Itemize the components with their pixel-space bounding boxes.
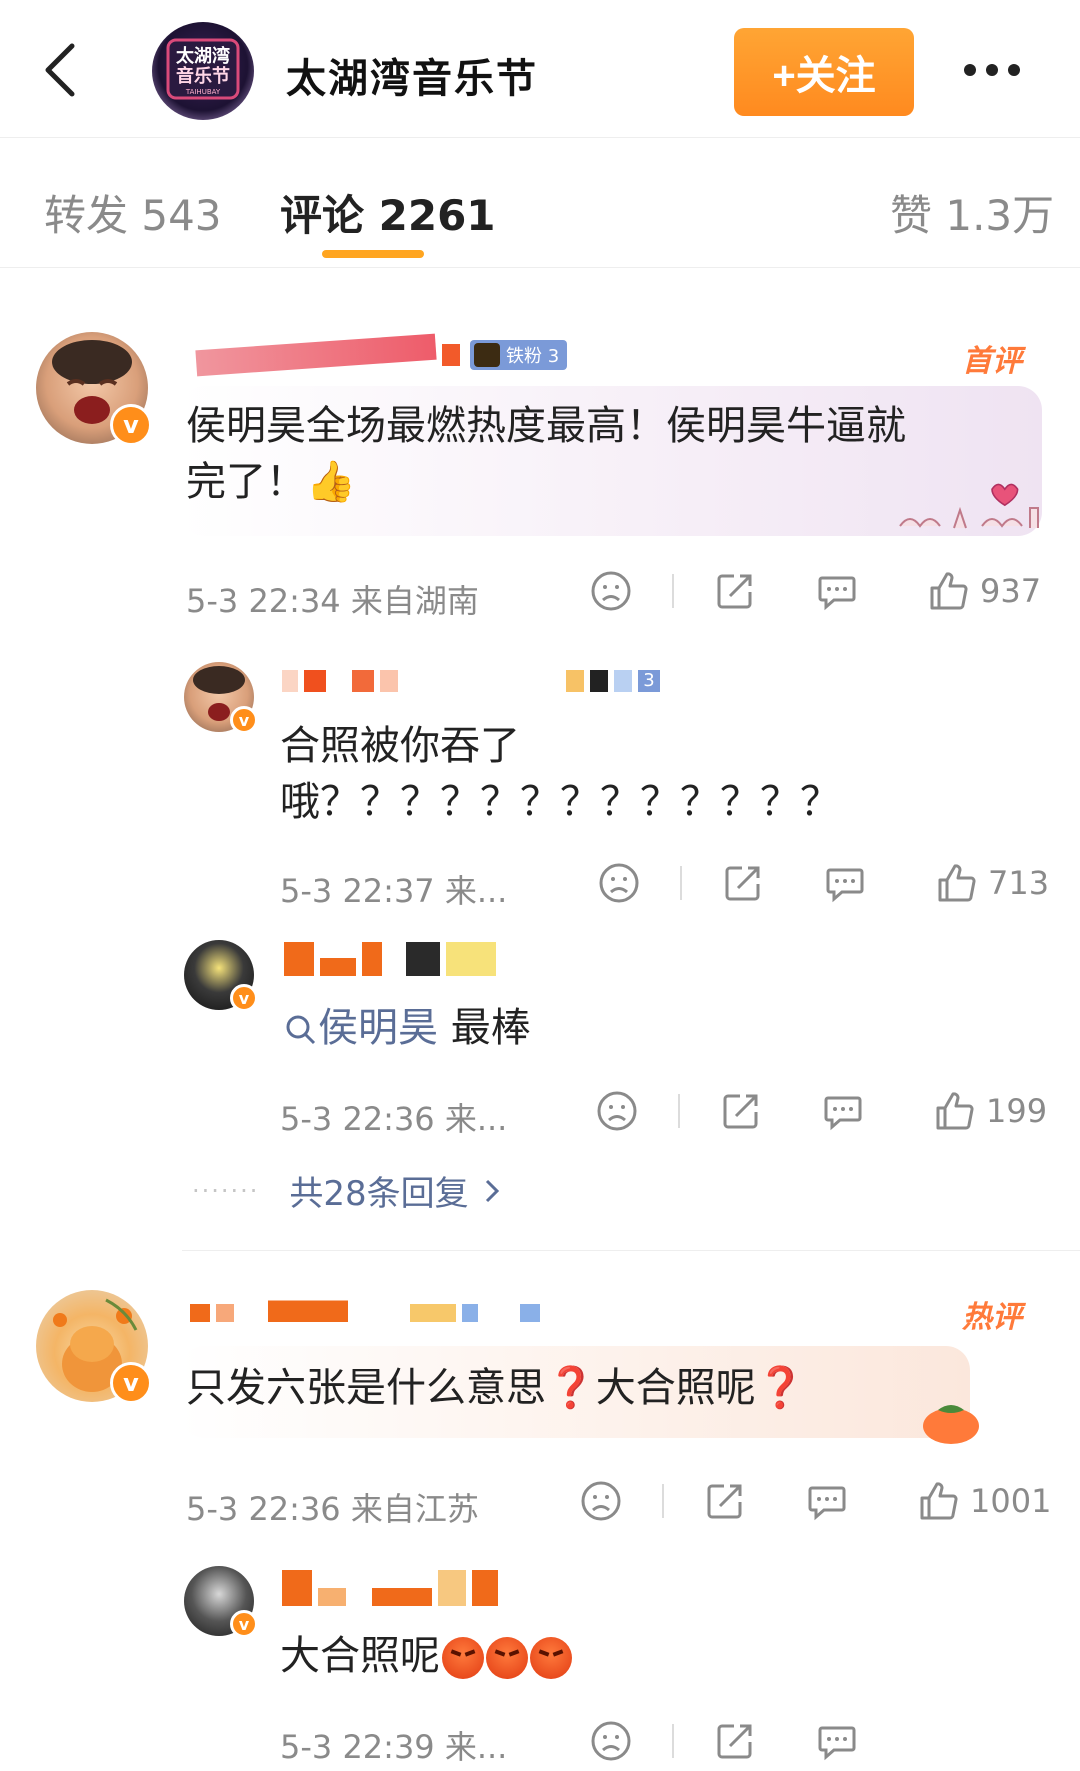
dotted-line: ·······	[192, 1176, 260, 1205]
divider	[672, 1724, 674, 1758]
like-icon[interactable]	[928, 570, 970, 612]
divider	[678, 1094, 680, 1128]
like-count: 1001	[970, 1482, 1052, 1520]
verified-badge-icon: v	[230, 706, 258, 734]
account-title[interactable]: 太湖湾音乐节	[286, 46, 538, 104]
reply-timestamp: 5-3 22:36 来...	[280, 1100, 508, 1138]
username-redacted	[190, 1284, 540, 1324]
username-redacted	[284, 940, 496, 978]
like-count: 713	[988, 864, 1050, 902]
reply-text: 大合照呢	[280, 1628, 572, 1684]
reply-icon[interactable]	[806, 1480, 848, 1522]
share-icon[interactable]	[714, 570, 756, 612]
like-icon[interactable]	[934, 1090, 976, 1132]
divider	[672, 574, 674, 608]
search-link[interactable]: 侯明昊	[318, 1005, 438, 1051]
reply-text-content: 大合照呢	[280, 1633, 440, 1679]
reply-text: 合照被你吞了 哦？？？？？？？？？？？？？	[280, 718, 840, 830]
dislike-icon[interactable]	[590, 570, 632, 612]
view-more-replies-link[interactable]: ······· 共28条回复	[192, 1166, 501, 1215]
reply-actions	[590, 1720, 858, 1762]
hot-comment-tag: 热评	[962, 1300, 1022, 1335]
reply-text: 侯明昊 最棒	[284, 1000, 531, 1056]
reply-timestamp: 5-3 22:39 来...	[280, 1728, 508, 1766]
like-icon[interactable]	[918, 1480, 960, 1522]
verified-badge-icon: v	[230, 1610, 258, 1638]
fan-level-badge: 铁粉 3	[470, 340, 568, 370]
verified-badge-icon: v	[230, 984, 258, 1012]
divider	[680, 866, 682, 900]
share-icon[interactable]	[722, 862, 764, 904]
reply-text-suffix: 最棒	[438, 1005, 531, 1051]
like-count: 199	[986, 1092, 1048, 1130]
dislike-icon[interactable]	[580, 1480, 622, 1522]
crown-icon	[474, 343, 500, 367]
comment-timestamp-location: 5-3 22:34 来自湖南	[186, 582, 479, 620]
first-comment-tag: 首评	[962, 344, 1022, 379]
fan-badge-label: 铁粉 3	[506, 346, 560, 367]
comment-timestamp-location: 5-3 22:36 来自江苏	[186, 1490, 479, 1528]
verified-badge-icon: v	[110, 1362, 152, 1404]
back-arrow-icon[interactable]	[40, 40, 80, 100]
active-tab-indicator	[322, 250, 424, 258]
decorative-hands-icon	[899, 483, 1039, 529]
reply-icon[interactable]	[816, 1720, 858, 1762]
more-options-icon[interactable]	[964, 60, 1034, 80]
angry-face-icon	[530, 1637, 572, 1679]
comment-actions: 937	[590, 570, 1041, 612]
comment-text-line1: 侯明昊全场最燃热度最高！侯明昊牛逼就	[186, 403, 906, 449]
reply-badge-redacted: 3	[566, 666, 660, 696]
account-avatar-logo[interactable]: 太湖湾 音乐节 TAIHUBAY	[152, 22, 254, 120]
persimmon-sticker-icon	[923, 1405, 979, 1444]
username-redacted	[195, 333, 460, 377]
comment-actions: 1001	[580, 1480, 1051, 1522]
angry-face-icon	[442, 1637, 484, 1679]
divider	[662, 1484, 664, 1518]
logo-text-middle: 音乐节	[176, 65, 230, 87]
reply-actions: 199	[596, 1090, 1047, 1132]
reply-text-line1: 合照被你吞了	[280, 723, 520, 769]
dislike-icon[interactable]	[596, 1090, 638, 1132]
dislike-icon[interactable]	[598, 862, 640, 904]
more-replies-label: 共28条回复	[289, 1174, 469, 1214]
logo-text-top: 太湖湾	[176, 45, 230, 67]
chevron-right-icon	[485, 1179, 499, 1202]
like-icon[interactable]	[936, 862, 978, 904]
reply-actions: 713	[598, 862, 1049, 904]
tab-comments[interactable]: 评论 2261	[280, 182, 496, 243]
dislike-icon[interactable]	[590, 1720, 632, 1762]
logo-text-bottom: TAIHUBAY	[185, 88, 221, 96]
tab-likes[interactable]: 赞 1.3万	[890, 182, 1054, 243]
share-icon[interactable]	[714, 1720, 756, 1762]
follow-button[interactable]: +关注	[734, 28, 914, 116]
reply-badge-level: 3	[638, 670, 660, 692]
reply-icon[interactable]	[824, 862, 866, 904]
section-divider	[182, 1250, 1080, 1251]
tab-reposts[interactable]: 转发 543	[44, 182, 222, 243]
tab-bar: 转发 543 评论 2261 赞 1.3万	[0, 138, 1080, 268]
reply-icon[interactable]	[816, 570, 858, 612]
reply-icon[interactable]	[822, 1090, 864, 1132]
reply-timestamp: 5-3 22:37 来...	[280, 872, 508, 910]
share-icon[interactable]	[720, 1090, 762, 1132]
reply-text-line2: 哦？？？？？？？？？？？？？	[280, 779, 840, 825]
verified-badge-icon: v	[110, 404, 152, 446]
username-redacted	[282, 666, 398, 696]
search-icon	[286, 1015, 316, 1045]
like-count: 937	[980, 572, 1042, 610]
username-redacted	[282, 1568, 498, 1608]
top-bar: 太湖湾 音乐节 TAIHUBAY 太湖湾音乐节 +关注	[0, 0, 1080, 138]
comment-text: 只发六张是什么意思❓大合照呢❓	[186, 1365, 806, 1411]
angry-face-icon	[486, 1637, 528, 1679]
share-icon[interactable]	[704, 1480, 746, 1522]
